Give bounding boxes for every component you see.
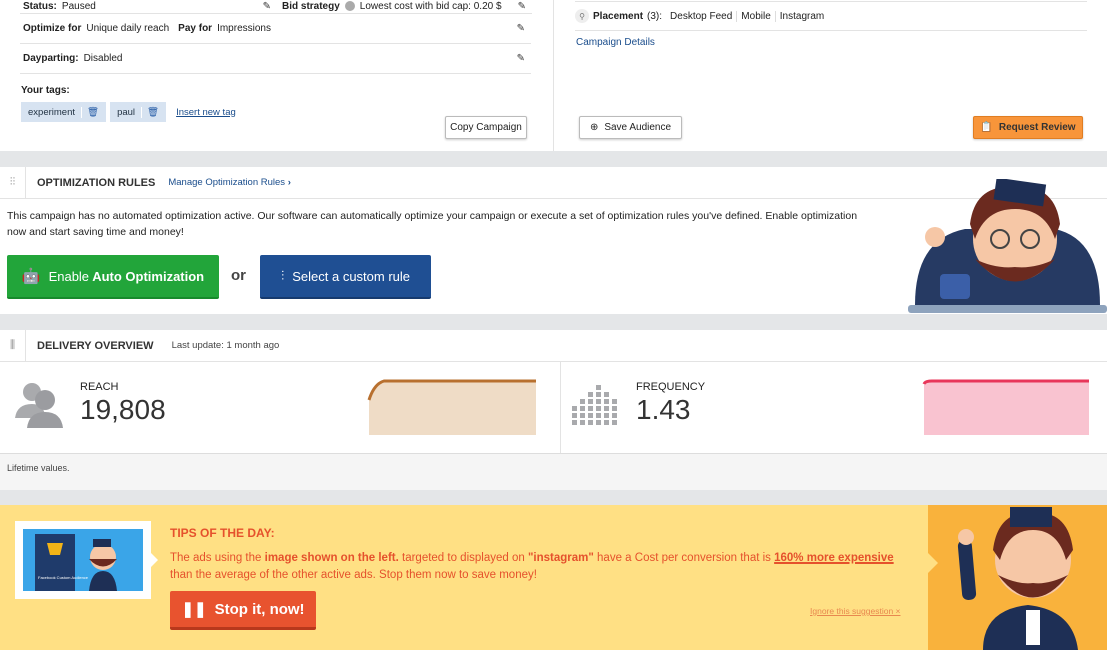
stop-it-now-button[interactable]: ❚❚ Stop it, now! xyxy=(170,591,316,630)
clipboard-check-icon: 📋 xyxy=(980,122,993,133)
pencil-icon[interactable]: ✎ xyxy=(263,1,271,12)
svg-text:Facebook Custom Audience: Facebook Custom Audience xyxy=(38,575,89,580)
enable-auto-optimization-button[interactable]: 🤖 Enable Auto Optimization xyxy=(7,255,219,299)
bid-strategy-row: Bid strategy Lowest cost with bid cap: 0… xyxy=(282,0,532,14)
save-audience-button[interactable]: ⊕ Save Audience xyxy=(579,116,682,139)
reach-sparkline xyxy=(367,379,536,435)
bar-chart-icon: ⫼ xyxy=(0,329,26,362)
dayparting-row: Dayparting: Disabled ✎ xyxy=(20,44,531,74)
tip-text: The ads using the image shown on the lef… xyxy=(170,552,894,581)
panel-arrow xyxy=(928,553,938,573)
campaign-summary: Status: Paused ✎ Bid strategy Lowest cost… xyxy=(0,0,1107,151)
optimization-rules-section: ⫶⫶ OPTIMIZATION RULES Manage Optimizatio… xyxy=(0,166,1107,314)
manage-rules-link[interactable]: Manage Optimization Rules › xyxy=(168,177,291,188)
robot-icon: 🤖 xyxy=(21,268,41,285)
tag: paul 🗑 xyxy=(110,102,167,122)
frequency-sparkline xyxy=(922,379,1089,435)
delivery-header: ⫼ DELIVERY OVERVIEW Last update: 1 month… xyxy=(0,329,1107,362)
info-icon[interactable] xyxy=(344,1,355,11)
placement-row: ⚲ Placement (3): Desktop Feed Mobile Inst… xyxy=(575,1,1087,31)
pencil-icon[interactable]: ✎ xyxy=(517,53,525,64)
campaign-details-link[interactable]: Campaign Details xyxy=(576,37,655,48)
pause-icon: ❚❚ xyxy=(181,601,207,618)
mascot-panel xyxy=(928,505,1107,650)
insert-tag-link[interactable]: Insert new tag xyxy=(176,107,236,118)
frequency-icon xyxy=(572,385,617,425)
users-icon xyxy=(15,383,63,428)
trash-icon[interactable]: 🗑 xyxy=(141,106,159,118)
trash-icon[interactable]: 🗑 xyxy=(81,106,99,118)
request-review-button[interactable]: 📋 Request Review xyxy=(973,116,1083,139)
mascot-coffee-illustration xyxy=(908,179,1107,313)
pointer-arrow xyxy=(151,553,158,567)
optimize-row: Optimize for Unique daily reach Pay for Im… xyxy=(20,14,531,44)
sliders-icon: ⫶ xyxy=(280,268,285,283)
placement-icon: ⚲ xyxy=(575,9,589,23)
select-custom-rule-button[interactable]: ⫶ Select a custom rule xyxy=(260,255,431,299)
copy-campaign-button[interactable]: Copy Campaign xyxy=(445,116,527,139)
ignore-suggestion-link[interactable]: Ignore this suggestion × xyxy=(810,606,901,616)
delivery-footer: Lifetime values. xyxy=(0,453,1107,490)
ad-image: Facebook Custom Audience xyxy=(23,529,143,591)
divider xyxy=(553,0,554,151)
pencil-icon[interactable]: ✎ xyxy=(518,1,526,12)
ad-image-thumbnail: Facebook Custom Audience xyxy=(15,521,151,599)
tips-section: Facebook Custom Audience TIPS OF THE DAY… xyxy=(0,505,1107,650)
chevron-right-icon: › xyxy=(287,177,291,188)
tag: experiment 🗑 xyxy=(21,102,107,122)
pencil-icon[interactable]: ✎ xyxy=(517,23,525,34)
target-icon: ⊕ xyxy=(589,122,599,133)
sliders-icon: ⫶⫶ xyxy=(0,166,26,199)
mascot-pointing-illustration xyxy=(957,507,1078,650)
divider xyxy=(560,362,561,453)
tags-list: experiment 🗑 paul 🗑 Insert new tag xyxy=(21,102,236,122)
delivery-overview-section: ⫼ DELIVERY OVERVIEW Last update: 1 month… xyxy=(0,329,1107,453)
